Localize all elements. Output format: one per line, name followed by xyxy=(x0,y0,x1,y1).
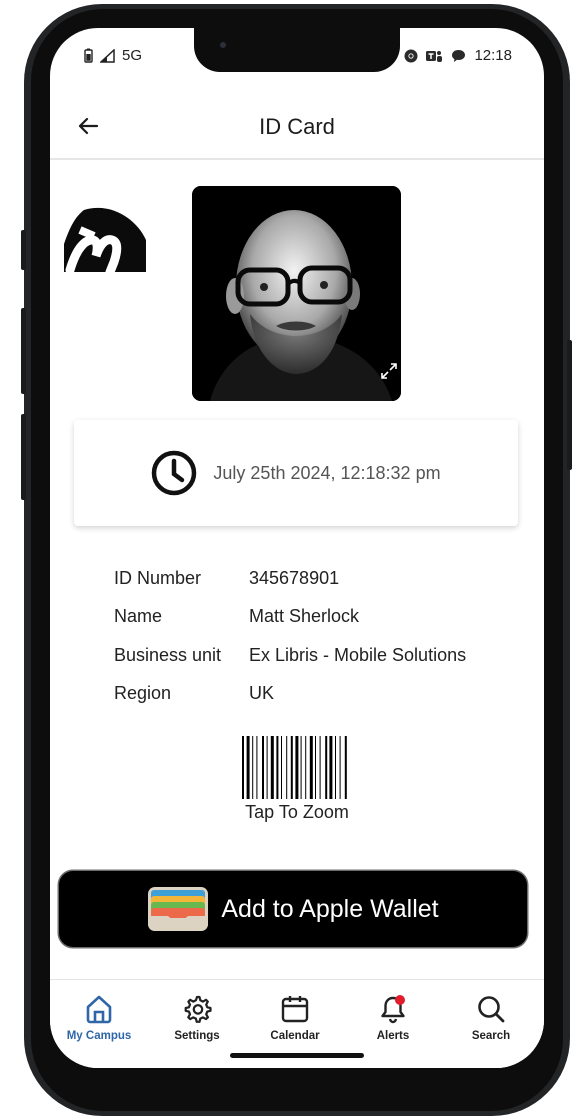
tab-alerts[interactable]: Alerts xyxy=(344,994,442,1042)
tab-calendar[interactable]: Calendar xyxy=(246,994,344,1042)
detail-row-name: Name Matt Sherlock xyxy=(114,606,466,644)
status-time: 12:18 xyxy=(474,47,512,64)
front-camera xyxy=(220,42,226,48)
network-label: 5G xyxy=(122,47,143,64)
detail-label: Region xyxy=(114,682,172,703)
battery-icon xyxy=(84,48,93,63)
notch xyxy=(194,28,400,72)
side-button-silent xyxy=(21,230,26,270)
tab-label: My Campus xyxy=(66,1030,132,1042)
detail-row-business-unit: Business unit Ex Libris - Mobile Solutio… xyxy=(114,645,466,683)
tab-label: Settings xyxy=(174,1030,220,1042)
side-button-power xyxy=(567,340,572,470)
university-logo xyxy=(64,207,146,272)
page-title: ID Card xyxy=(259,114,335,139)
detail-row-id-number: ID Number 345678901 xyxy=(114,568,466,606)
tab-label: Calendar xyxy=(270,1030,320,1042)
barcode[interactable] xyxy=(240,736,350,799)
gear-icon xyxy=(184,995,212,1023)
detail-value: UK xyxy=(249,682,275,703)
id-details: ID Number 345678901 Name Matt Sherlock B… xyxy=(114,568,466,721)
home-indicator[interactable] xyxy=(230,1053,364,1058)
profile-portrait-image xyxy=(192,186,401,401)
screen: 5G 12:18 ID Card July 25th 2024, 12:18:3… xyxy=(50,28,544,1068)
side-button-volume-up xyxy=(21,308,26,394)
wallet-icon xyxy=(148,887,209,931)
bell-icon xyxy=(381,995,405,1024)
detail-value: Matt Sherlock xyxy=(249,606,360,627)
detail-row-region: Region UK xyxy=(114,683,466,721)
detail-value: 345678901 xyxy=(249,568,340,588)
add-to-apple-wallet-button[interactable]: Add to Apple Wallet xyxy=(59,871,527,947)
detail-label: ID Number xyxy=(114,568,202,588)
signal-icon xyxy=(100,48,115,63)
calendar-icon xyxy=(281,996,309,1023)
barcode-caption[interactable]: Tap To Zoom xyxy=(50,802,544,823)
tab-settings[interactable]: Settings xyxy=(148,994,246,1042)
home-icon xyxy=(86,995,112,1024)
detail-value: Ex Libris - Mobile Solutions xyxy=(249,644,467,665)
profile-photo[interactable] xyxy=(192,186,401,401)
search-icon xyxy=(478,996,505,1023)
tab-search[interactable]: Search xyxy=(442,994,540,1042)
expand-icon[interactable] xyxy=(379,361,399,381)
detail-label: Business unit xyxy=(114,644,222,665)
tab-my-campus[interactable]: My Campus xyxy=(50,994,148,1042)
tab-label: Alerts xyxy=(376,1030,410,1042)
alert-badge xyxy=(395,995,405,1005)
clock-icon xyxy=(152,450,197,496)
detail-label: Name xyxy=(114,606,163,627)
status-bar-right: 12:18 xyxy=(404,47,512,64)
chrome-icon xyxy=(404,49,418,62)
status-bar-left: 5G xyxy=(84,47,142,64)
timestamp-text: July 25th 2024, 12:18:32 pm xyxy=(213,462,441,483)
timestamp-card: July 25th 2024, 12:18:32 pm xyxy=(74,420,518,526)
message-icon xyxy=(452,49,466,62)
tab-label: Search xyxy=(471,1030,511,1042)
nav-bar: ID Card xyxy=(50,94,544,160)
wallet-button-label: Add to Apple Wallet xyxy=(221,894,439,923)
teams-icon xyxy=(426,50,443,62)
side-button-volume-down xyxy=(21,414,26,500)
